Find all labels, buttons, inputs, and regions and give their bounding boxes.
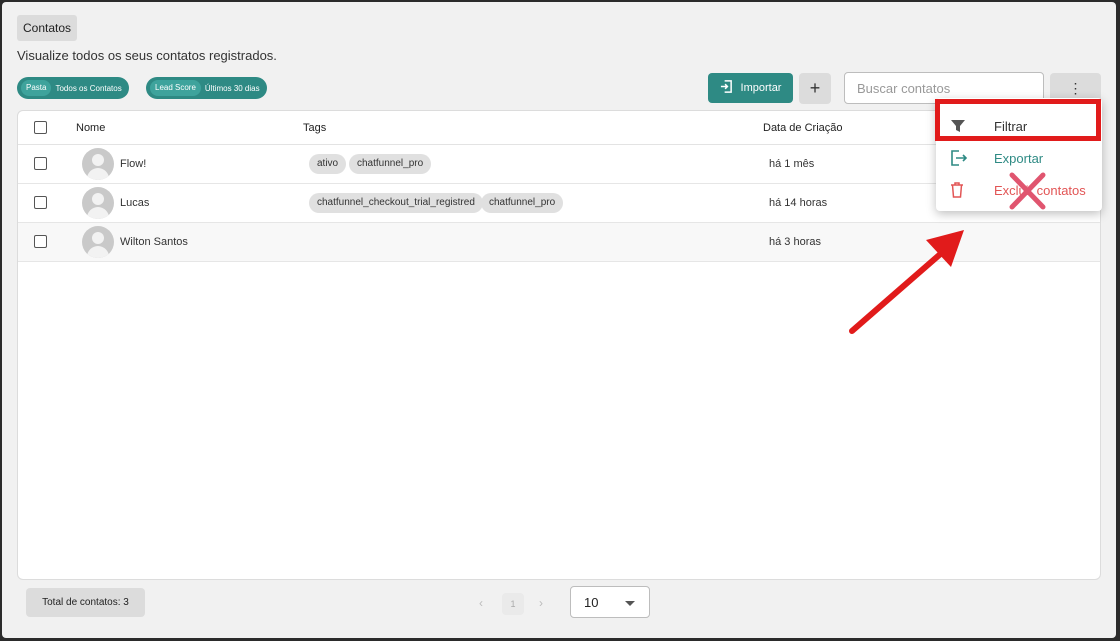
tag-badge[interactable]: ativo [309, 154, 347, 174]
next-page-button[interactable]: › [539, 596, 543, 610]
import-icon [720, 80, 733, 96]
contact-name[interactable]: Lucas [120, 197, 149, 209]
filter-chip-lead-score[interactable]: Lead Score Últimos 30 dias [146, 77, 267, 99]
avatar [82, 187, 114, 219]
prev-page-button[interactable]: ‹ [479, 596, 483, 610]
column-header-name[interactable]: Nome [76, 122, 105, 134]
column-header-created[interactable]: Data de Criação [763, 122, 843, 134]
page-number-button[interactable]: 1 [502, 593, 524, 615]
row-checkbox[interactable] [34, 235, 47, 248]
menu-item-label: Excluir contatos [994, 183, 1086, 198]
select-all-checkbox[interactable] [34, 121, 47, 134]
created-date: há 14 horas [769, 197, 828, 209]
app-frame: Contatos Visualize todos os seus contato… [2, 2, 1116, 638]
page-size-value: 10 [584, 595, 599, 610]
contact-name[interactable]: Flow! [120, 158, 146, 170]
import-label: Importar [740, 82, 782, 94]
filter-chip-key: Pasta [21, 80, 52, 96]
created-date: há 1 mês [769, 158, 815, 170]
menu-item-export[interactable]: Exportar [936, 142, 1102, 174]
tag-badge[interactable]: chatfunnel_checkout_trial_registred [309, 193, 483, 213]
page-subtitle: Visualize todos os seus contatos registr… [17, 48, 277, 63]
more-vertical-icon: ⋮ [1068, 80, 1083, 96]
add-contact-button[interactable]: + [799, 73, 831, 104]
row-checkbox[interactable] [34, 157, 47, 170]
trash-icon [950, 182, 968, 200]
table-row[interactable]: Wilton Santos há 3 horas [18, 223, 1100, 262]
annotation-highlight-box [935, 99, 1101, 141]
avatar [82, 226, 114, 258]
import-button[interactable]: Importar [708, 73, 793, 103]
breadcrumb[interactable]: Contatos [17, 15, 78, 41]
filter-chip-value: Últimos 30 dias [204, 83, 260, 93]
export-icon [950, 150, 968, 168]
filter-chip-folder[interactable]: Pasta Todos os Contatos [17, 77, 129, 99]
tag-badge[interactable]: chatfunnel_pro [481, 193, 564, 213]
filter-chip-value: Todos os Contatos [55, 83, 122, 93]
column-header-tags[interactable]: Tags [303, 122, 326, 134]
created-date: há 3 horas [769, 236, 821, 248]
chevron-down-icon [625, 601, 635, 606]
page-size-select[interactable]: 10 [570, 586, 650, 618]
filter-chip-key: Lead Score [150, 80, 201, 96]
total-contacts-badge: Total de contatos: 3 [26, 588, 145, 617]
avatar [82, 148, 114, 180]
contact-name[interactable]: Wilton Santos [120, 236, 188, 248]
menu-item-label: Exportar [994, 151, 1044, 166]
menu-item-delete[interactable]: Excluir contatos [936, 174, 1102, 206]
row-checkbox[interactable] [34, 196, 47, 209]
tag-badge[interactable]: chatfunnel_pro [349, 154, 432, 174]
